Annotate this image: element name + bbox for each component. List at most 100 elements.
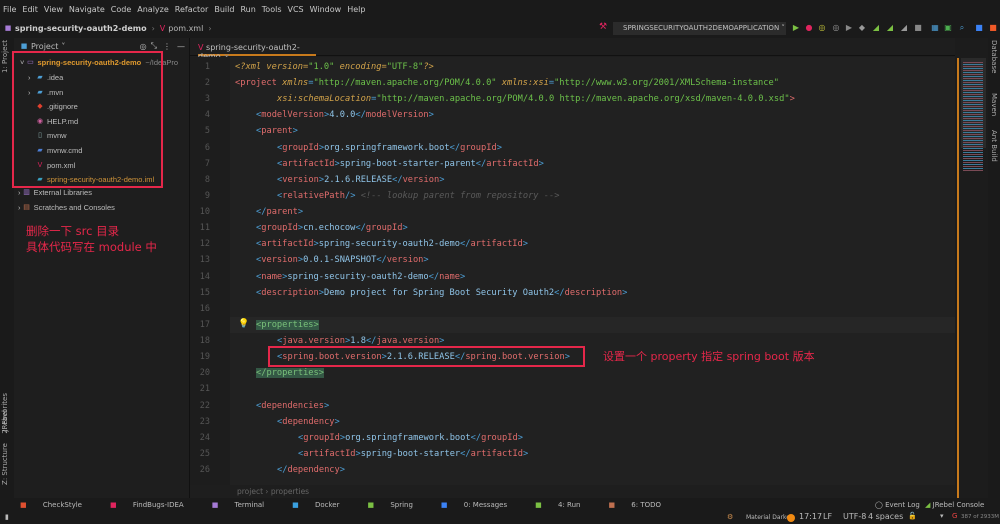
jrebel-console-button[interactable]: ◢ JRebel Console xyxy=(925,501,984,509)
jrebel-debug-icon[interactable]: ◢ xyxy=(886,24,894,32)
current-line-highlight xyxy=(230,317,955,333)
memory-indicator[interactable]: 387 of 2933M xyxy=(961,514,999,520)
terminal-icon[interactable]: ▣ xyxy=(944,24,952,32)
code-token: <project xyxy=(235,78,283,89)
code-token: xmlns:xsi xyxy=(501,78,549,89)
chevron-down-icon[interactable]: ˅ xyxy=(61,42,65,51)
menu-window[interactable]: Window xyxy=(310,5,342,14)
toolwindow-terminal[interactable]: ■ Terminal xyxy=(212,501,278,509)
menu-vcs[interactable]: VCS xyxy=(288,5,304,14)
lightbulb-icon[interactable]: 💡 xyxy=(238,319,249,329)
line-separator[interactable]: LF xyxy=(823,512,832,521)
more-icon[interactable]: ⋮ xyxy=(163,42,171,51)
caret-position[interactable]: 17:17 xyxy=(799,512,822,521)
code-token: </ xyxy=(554,287,565,298)
tree-external-libraries[interactable]: › ▥ External Libraries xyxy=(18,188,92,197)
code-token: cn.echocow xyxy=(303,223,356,234)
code-line: </parent> xyxy=(256,204,303,220)
settings-icon[interactable]: ⚙ xyxy=(727,513,733,521)
tree-scratches[interactable]: › ▤ Scratches and Consoles xyxy=(18,203,115,212)
file-encoding[interactable]: UTF-8 xyxy=(843,512,866,521)
toolwindow-findbugs-idea[interactable]: ■ FindBugs-IDEA xyxy=(110,501,198,509)
profile-icon[interactable]: ◎ xyxy=(832,24,840,32)
hide-icon[interactable]: — xyxy=(177,42,185,51)
tab-pom-xml[interactable]: V spring-security-oauth2-demo × xyxy=(198,40,316,61)
code-token: org.springframework.boot xyxy=(324,142,450,153)
project-structure-icon[interactable]: ▦ xyxy=(931,24,939,32)
menu-run[interactable]: Run xyxy=(240,5,255,14)
minimap[interactable] xyxy=(955,38,988,498)
stop-icon[interactable]: ■ xyxy=(914,24,922,32)
code-token: > xyxy=(522,448,529,459)
code-token: parent xyxy=(266,207,298,218)
code-token: artifactId xyxy=(282,158,335,169)
menu-code[interactable]: Code xyxy=(111,5,131,14)
code-token: "1.0" xyxy=(308,62,335,72)
editor-tabs: V spring-security-oauth2-demo × xyxy=(190,38,955,61)
breadcrumb-properties[interactable]: properties xyxy=(271,487,309,496)
code-token: > xyxy=(538,158,544,169)
toolwindow-docker[interactable]: ■ Docker xyxy=(292,501,353,509)
event-log-button[interactable]: ◯ Event Log xyxy=(875,501,920,509)
menu-edit[interactable]: Edit xyxy=(22,5,38,14)
toolwindow-icon: ■ xyxy=(535,501,544,509)
toolwindow-spring[interactable]: ■ Spring xyxy=(367,501,426,509)
build-hammer-icon[interactable]: ⚒ xyxy=(599,22,607,32)
menu-file[interactable]: File xyxy=(3,5,16,14)
code-token: "http://www.w3.org/2001/XMLSchema-instan… xyxy=(554,78,779,89)
code-editor[interactable]: 1 2 3 4 5 6 7 8 9 10 11 12 13 14 15 16 17 18 19 20 21 22 23 24 2… xyxy=(190,57,955,485)
attach-icon[interactable]: ◢ xyxy=(900,24,908,32)
annotation-note: 删除一下 src 目录 xyxy=(26,224,120,238)
tool-structure[interactable]: Z: Structure xyxy=(1,443,9,485)
menu-tools[interactable]: Tools xyxy=(262,5,282,14)
code-token: > xyxy=(622,287,628,298)
collapse-icon[interactable]: ⤡ xyxy=(151,41,157,51)
run-icon[interactable]: ▶ xyxy=(792,24,800,32)
menu-view[interactable]: View xyxy=(44,5,63,14)
menu-build[interactable]: Build xyxy=(214,5,234,14)
nav-project[interactable]: spring-security-oauth2-demo xyxy=(15,24,147,33)
jrebel-icon[interactable]: ◆ xyxy=(858,24,866,32)
folder-icon: ■ xyxy=(4,24,12,32)
code-token: > xyxy=(297,207,304,218)
indent-setting[interactable]: 4 spaces xyxy=(868,512,903,521)
tool-jrebel[interactable]: JRebel xyxy=(1,410,9,432)
line-number: 10 xyxy=(199,207,210,218)
project-view-select[interactable]: Project xyxy=(31,42,58,51)
nav-file[interactable]: pom.xml xyxy=(168,24,203,33)
breadcrumb-project[interactable]: project xyxy=(237,487,263,496)
toolwindow-label: 4: Run xyxy=(557,501,581,509)
line-number: 5 xyxy=(204,126,210,137)
toolwindow-6-todo[interactable]: ■ 6: TODO xyxy=(608,501,675,509)
jrebel-run-icon[interactable]: ◢ xyxy=(872,24,880,32)
translate-icon[interactable]: ■ xyxy=(975,24,983,32)
line-number: 20 xyxy=(199,368,210,379)
lock-icon[interactable]: 🔓 xyxy=(908,512,917,520)
code-token: </ xyxy=(449,142,461,153)
code-token: xsi:schemaLocation xyxy=(277,94,372,105)
menu-refactor[interactable]: Refactor xyxy=(175,5,209,14)
translate-alt-icon[interactable]: ■ xyxy=(989,24,997,32)
toolwindow-checkstyle[interactable]: ■ CheckStyle xyxy=(20,501,96,509)
menu-help[interactable]: Help xyxy=(347,5,365,14)
tool-database[interactable]: Database xyxy=(990,40,998,73)
tool-project[interactable]: 1: Project xyxy=(1,40,9,73)
menu-analyze[interactable]: Analyze xyxy=(137,5,169,14)
tool-maven[interactable]: Maven xyxy=(990,93,998,116)
line-number: 26 xyxy=(199,465,210,475)
code-token: </ xyxy=(460,239,471,250)
code-token: "UTF-8" xyxy=(386,62,424,72)
notification-icon[interactable]: ▾ xyxy=(940,512,944,520)
menu-navigate[interactable]: Navigate xyxy=(69,5,105,14)
search-icon[interactable]: ⌕ xyxy=(958,24,966,32)
toolwindow-0-messages[interactable]: ■ 0: Messages xyxy=(441,501,521,509)
run-configuration-select[interactable]: SPRINGSECURITYOAUTH2DEMOAPPLICATION ˅ xyxy=(613,22,786,35)
line-number: 24 xyxy=(199,432,210,443)
coverage-icon[interactable]: ◎ xyxy=(818,24,826,32)
toolwindow-4-run[interactable]: ■ 4: Run xyxy=(535,501,594,509)
theme-label[interactable]: Material Darker xyxy=(746,514,792,521)
run-alt-icon[interactable]: ▶ xyxy=(845,24,853,32)
debug-icon[interactable]: ● xyxy=(805,24,813,32)
locate-icon[interactable]: ◎ xyxy=(140,42,147,51)
tool-ant-build[interactable]: Ant Build xyxy=(990,130,998,162)
